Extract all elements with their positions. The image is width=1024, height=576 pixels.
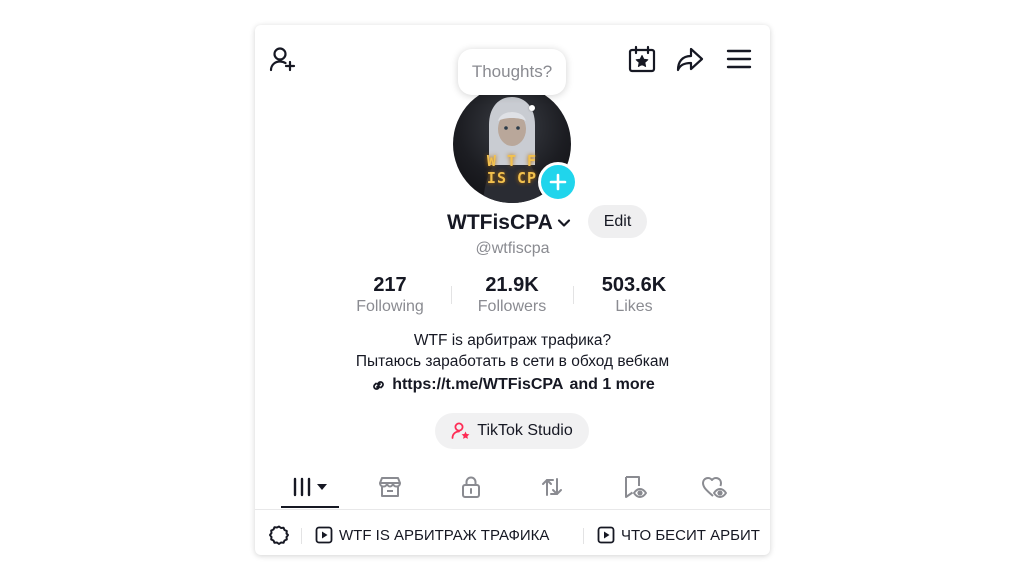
- tab-favorites[interactable]: [605, 465, 663, 509]
- add-friend-icon[interactable]: [263, 39, 303, 79]
- playlist-title: WTF IS АРБИТРАЖ ТРАФИКА: [339, 526, 550, 544]
- profile-screen: W T F IS CP Thoughts? WTFisCPA Edit @wtf…: [255, 25, 770, 555]
- playlist-item[interactable]: ЧТО БЕСИТ АРБИТ: [597, 519, 760, 551]
- link-icon: [373, 380, 385, 390]
- playlist-separator: [583, 528, 584, 544]
- share-arrow-icon[interactable]: [670, 39, 710, 79]
- play-box-icon: [597, 526, 615, 544]
- videos-grid-icon: [293, 477, 327, 497]
- following-count: 217: [373, 274, 407, 296]
- tab-shop[interactable]: [361, 465, 419, 509]
- stat-followers[interactable]: 21.9K Followers: [457, 273, 567, 317]
- followers-label: Followers: [477, 298, 547, 315]
- playlist-separator: [301, 528, 302, 544]
- thoughts-text: Thoughts?: [471, 62, 553, 81]
- plus-icon: [549, 173, 567, 191]
- bio-line-2: Пытаюсь заработать в сети в обход вебкам: [355, 353, 670, 370]
- active-tab-indicator: [281, 506, 339, 508]
- username-switcher[interactable]: WTFisCPA: [447, 208, 572, 238]
- chevron-down-icon: [557, 219, 570, 227]
- bio-link[interactable]: https://t.me/WTFisCPA: [392, 376, 563, 394]
- likes-count: 503.6K: [601, 274, 667, 296]
- stat-divider: [573, 286, 574, 304]
- playlist-settings[interactable]: [268, 519, 290, 551]
- calendar-star-icon[interactable]: [622, 39, 662, 79]
- menu-icon[interactable]: [719, 39, 759, 79]
- add-story-button[interactable]: [538, 162, 578, 202]
- username: WTFisCPA: [447, 211, 553, 234]
- tab-videos[interactable]: [281, 465, 339, 509]
- playlists-row: WTF IS АРБИТРАЖ ТРАФИКА ЧТО БЕСИТ АРБИТ: [255, 519, 770, 551]
- following-label: Following: [356, 298, 424, 315]
- user-handle: @wtfiscpa: [475, 240, 550, 257]
- content-tabs: [255, 465, 770, 510]
- bio-more-links[interactable]: and 1 more: [569, 376, 654, 394]
- edit-profile-button[interactable]: Edit: [588, 205, 647, 238]
- tab-reposts[interactable]: [523, 465, 581, 509]
- play-box-icon: [315, 526, 333, 544]
- tiktok-studio-label: TikTok Studio: [477, 422, 573, 439]
- gear-icon: [269, 525, 289, 545]
- tiktok-studio-button[interactable]: TikTok Studio: [435, 413, 589, 449]
- liked-icon: [702, 477, 727, 498]
- playlist-item[interactable]: WTF IS АРБИТРАЖ ТРАФИКА: [315, 519, 549, 551]
- stat-divider: [451, 286, 452, 304]
- favorites-icon: [625, 476, 647, 498]
- tab-liked[interactable]: [685, 465, 743, 509]
- shop-icon: [379, 477, 401, 497]
- thoughts-bubble[interactable]: Thoughts?: [458, 49, 566, 95]
- bio-line-1: WTF is арбитраж трафика?: [413, 332, 612, 349]
- playlist-title: ЧТО БЕСИТ АРБИТ: [621, 526, 760, 544]
- likes-label: Likes: [615, 298, 653, 315]
- lock-icon: [462, 476, 480, 498]
- stat-following[interactable]: 217 Following: [335, 273, 445, 317]
- stat-likes[interactable]: 503.6K Likes: [579, 273, 689, 317]
- bubble-dot: [529, 105, 535, 111]
- followers-count: 21.9K: [485, 274, 539, 296]
- bio-links[interactable]: https://t.me/WTFisCPA and 1 more: [255, 376, 770, 394]
- tab-private[interactable]: [442, 465, 500, 509]
- repost-icon: [542, 478, 562, 496]
- studio-icon: [451, 422, 470, 439]
